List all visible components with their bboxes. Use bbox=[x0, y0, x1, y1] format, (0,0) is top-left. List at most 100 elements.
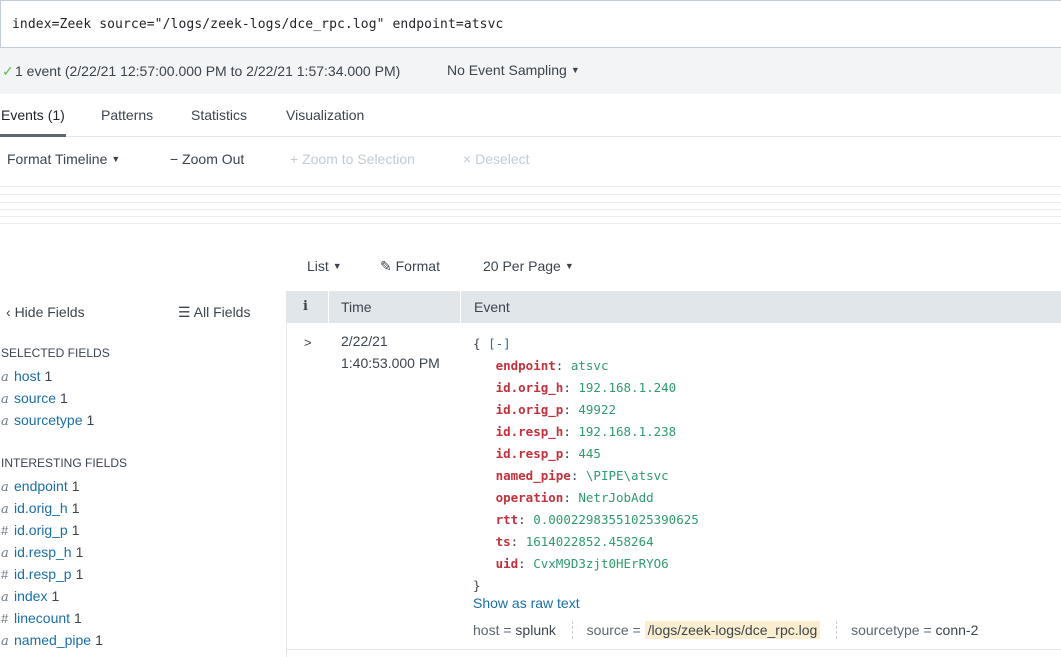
field-item-host[interactable]: a host 1 bbox=[1, 368, 52, 385]
column-divider bbox=[460, 291, 461, 323]
field-name: host bbox=[14, 368, 41, 384]
json-value[interactable]: 192.168.1.238 bbox=[578, 424, 676, 439]
field-item-index[interactable]: a index 1 bbox=[1, 588, 59, 605]
format-timeline-button[interactable]: Format Timeline ▼ bbox=[7, 151, 120, 167]
field-type-icon: a bbox=[1, 370, 9, 385]
hide-fields-label: Hide Fields bbox=[14, 304, 85, 320]
timeline-gridline bbox=[0, 209, 1061, 210]
list-view-dropdown[interactable]: List ▼ bbox=[307, 258, 342, 274]
field-item-named-pipe[interactable]: a named_pipe 1 bbox=[1, 632, 103, 649]
check-icon: ✓ bbox=[2, 63, 14, 79]
timeline-gridline bbox=[0, 223, 1061, 224]
source-value[interactable]: /logs/zeek-logs/dce_rpc.log bbox=[644, 621, 821, 639]
event-sampling-dropdown[interactable]: No Event Sampling ▼ bbox=[447, 62, 580, 78]
json-key[interactable]: id.resp_p bbox=[496, 446, 564, 461]
event-date[interactable]: 2/22/21 bbox=[341, 333, 388, 349]
field-name: linecount bbox=[14, 610, 71, 626]
field-count: 1 bbox=[71, 500, 80, 516]
json-key[interactable]: uid bbox=[496, 556, 519, 571]
json-value[interactable]: 192.168.1.240 bbox=[578, 380, 676, 395]
field-count: 1 bbox=[95, 632, 103, 648]
json-key[interactable]: id.orig_h bbox=[496, 380, 564, 395]
caret-down-icon: ▼ bbox=[332, 261, 342, 271]
json-key[interactable]: id.resp_h bbox=[496, 424, 564, 439]
format-timeline-label: Format Timeline bbox=[7, 151, 108, 167]
field-name: index bbox=[14, 588, 48, 604]
metadata-divider bbox=[836, 621, 838, 639]
timeline-gridline bbox=[0, 202, 1061, 203]
format-button[interactable]: ✎ Format bbox=[380, 258, 440, 275]
caret-down-icon: ▼ bbox=[570, 65, 580, 75]
field-count: 1 bbox=[75, 566, 84, 582]
tab-patterns[interactable]: Patterns bbox=[101, 107, 153, 123]
field-type-icon: # bbox=[1, 523, 9, 538]
field-count: 1 bbox=[44, 368, 53, 384]
hide-fields-button[interactable]: ‹ Hide Fields bbox=[6, 304, 85, 320]
field-type-icon: a bbox=[1, 590, 9, 605]
show-raw-text-link[interactable]: Show as raw text bbox=[473, 595, 580, 611]
format-label: Format bbox=[395, 258, 440, 274]
json-value[interactable]: CvxM9D3zjt0HErRYO6 bbox=[533, 556, 668, 571]
json-value[interactable]: 445 bbox=[578, 446, 601, 461]
zoom-to-selection-label: Zoom to Selection bbox=[302, 151, 415, 167]
results-list-toolbar: List ▼ ✎ Format 20 Per Page ▼ bbox=[0, 250, 1061, 285]
selected-fields-heading: SELECTED FIELDS bbox=[1, 346, 110, 360]
sourcetype-value[interactable]: conn-2 bbox=[936, 622, 979, 638]
field-type-icon: a bbox=[1, 546, 9, 561]
search-status-bar: ✓ 1 event (2/22/21 12:57:00.000 PM to 2/… bbox=[0, 48, 1061, 94]
field-item-id-orig-p[interactable]: # id.orig_p 1 bbox=[1, 522, 80, 538]
minus-icon: − bbox=[170, 151, 183, 167]
tab-events[interactable]: Events (1) bbox=[1, 107, 65, 123]
field-item-id-resp-p[interactable]: # id.resp_p 1 bbox=[1, 566, 83, 582]
json-value[interactable]: atsvc bbox=[571, 358, 609, 373]
per-page-dropdown[interactable]: 20 Per Page ▼ bbox=[483, 258, 574, 274]
json-value[interactable]: 49922 bbox=[578, 402, 616, 417]
event-time[interactable]: 1:40:53.000 PM bbox=[341, 355, 440, 371]
field-item-endpoint[interactable]: a endpoint 1 bbox=[1, 478, 80, 495]
deselect-button[interactable]: × Deselect bbox=[463, 151, 530, 167]
field-count: 1 bbox=[51, 588, 60, 604]
json-key[interactable]: named_pipe bbox=[496, 468, 571, 483]
zoom-out-button[interactable]: − Zoom Out bbox=[170, 151, 244, 167]
search-bar[interactable]: index=Zeek source="/logs/zeek-logs/dce_r… bbox=[0, 0, 1061, 48]
field-item-sourcetype[interactable]: a sourcetype 1 bbox=[1, 412, 94, 429]
chevron-right-icon[interactable]: > bbox=[304, 335, 312, 350]
row-divider bbox=[287, 649, 1061, 650]
per-page-label: 20 Per Page bbox=[483, 258, 561, 274]
field-item-source[interactable]: a source 1 bbox=[1, 390, 68, 407]
json-value[interactable]: 1614022852.458264 bbox=[526, 534, 654, 549]
search-query-input[interactable]: index=Zeek source="/logs/zeek-logs/dce_r… bbox=[12, 17, 503, 32]
event-sampling-label: No Event Sampling bbox=[447, 62, 567, 78]
json-key[interactable]: operation bbox=[496, 490, 564, 505]
json-collapse-toggle[interactable]: [-] bbox=[488, 336, 511, 351]
host-value[interactable]: splunk bbox=[515, 622, 555, 638]
metadata-divider bbox=[571, 621, 573, 639]
json-key[interactable]: rtt bbox=[496, 512, 519, 527]
json-key[interactable]: id.orig_p bbox=[496, 402, 564, 417]
field-count: 1 bbox=[71, 478, 80, 494]
json-value[interactable]: \PIPE\atsvc bbox=[586, 468, 669, 483]
time-column-header[interactable]: Time bbox=[341, 299, 372, 315]
field-item-id-resp-h[interactable]: a id.resp_h 1 bbox=[1, 544, 83, 561]
zoom-to-selection-button[interactable]: + Zoom to Selection bbox=[290, 151, 415, 167]
field-type-icon: a bbox=[1, 480, 9, 495]
table-header: i Time Event bbox=[287, 291, 1061, 323]
json-value[interactable]: 0.00022983551025390625 bbox=[533, 512, 699, 527]
json-key[interactable]: endpoint bbox=[496, 358, 556, 373]
list-icon: ☰ bbox=[178, 304, 194, 320]
field-count: 1 bbox=[86, 412, 95, 428]
field-type-icon: a bbox=[1, 414, 9, 429]
source-key: source = bbox=[586, 622, 641, 638]
tab-statistics[interactable]: Statistics bbox=[191, 107, 247, 123]
chevron-left-icon: ‹ bbox=[6, 304, 15, 320]
field-item-linecount[interactable]: # linecount 1 bbox=[1, 610, 82, 626]
column-divider bbox=[328, 291, 329, 323]
tab-visualization[interactable]: Visualization bbox=[286, 107, 364, 123]
all-fields-button[interactable]: ☰ All Fields bbox=[178, 304, 250, 321]
field-count: 1 bbox=[75, 544, 84, 560]
event-metadata: host = splunk source = /logs/zeek-logs/d… bbox=[473, 621, 978, 639]
field-item-id-orig-h[interactable]: a id.orig_h 1 bbox=[1, 500, 80, 517]
pencil-icon: ✎ bbox=[380, 258, 396, 274]
json-value[interactable]: NetrJobAdd bbox=[578, 490, 653, 505]
json-key[interactable]: ts bbox=[496, 534, 511, 549]
